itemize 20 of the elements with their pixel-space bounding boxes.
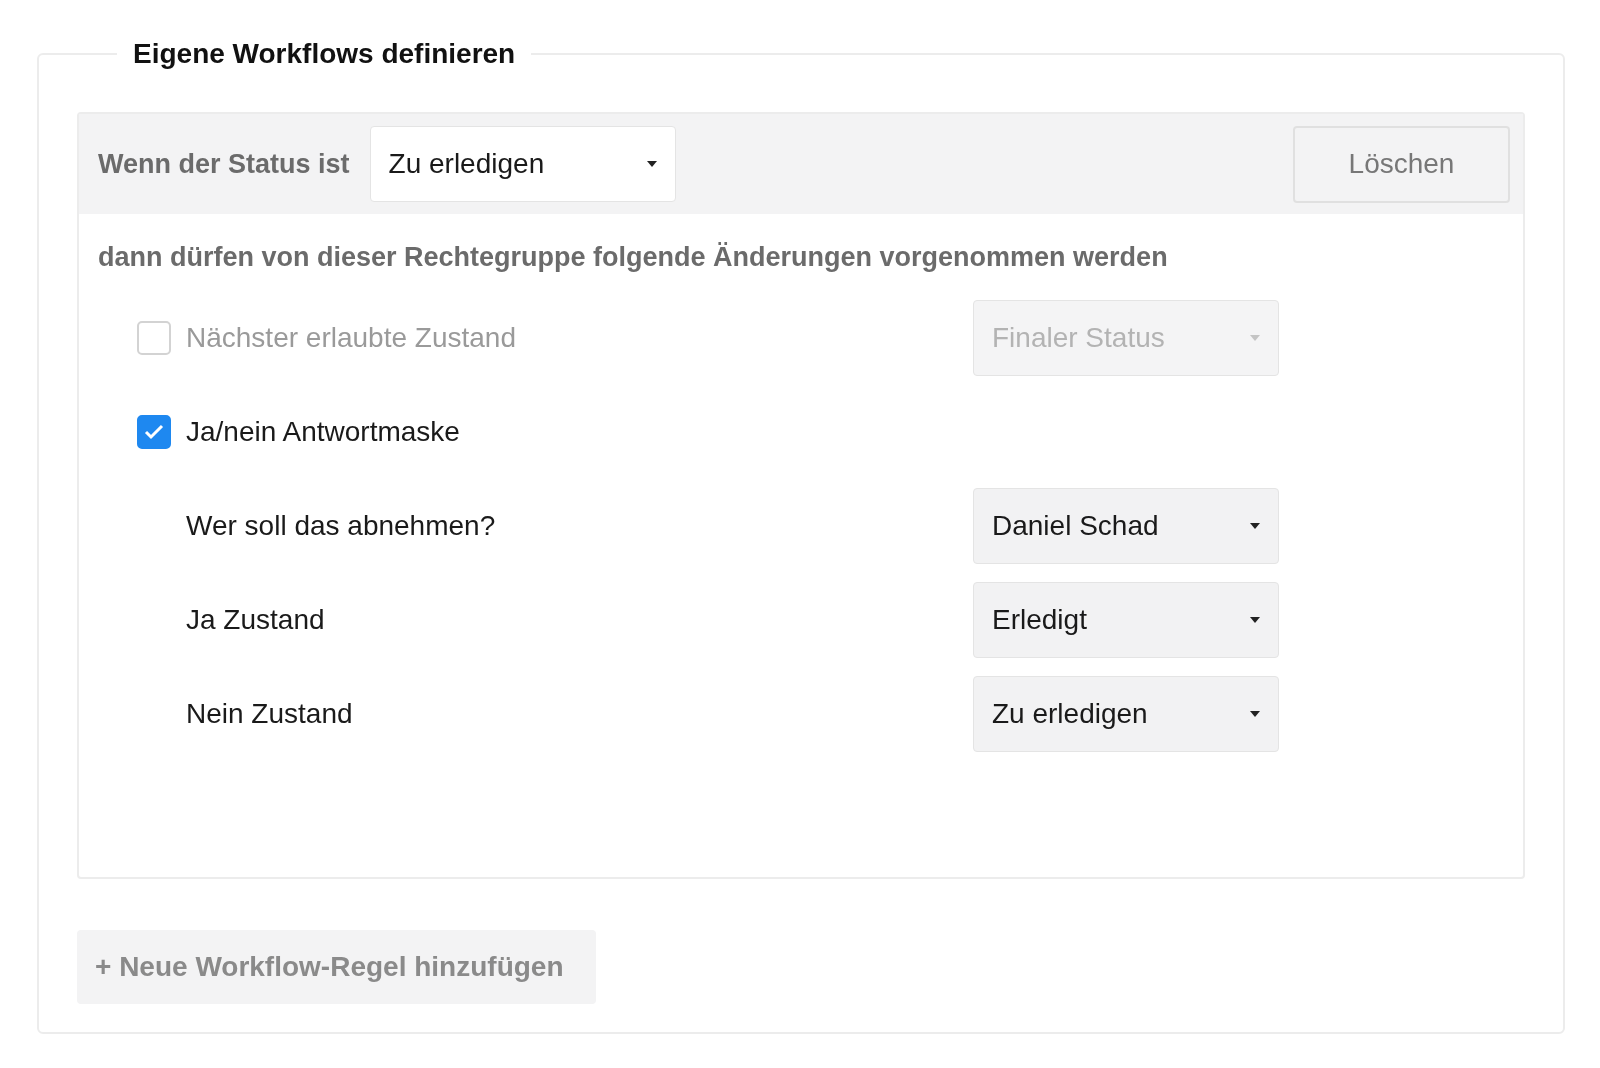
caret-icon — [1250, 616, 1260, 623]
condition-label: Wenn der Status ist — [98, 148, 350, 180]
checkbox-label: Nächster erlaubte Zustand — [186, 321, 516, 354]
select-field[interactable]: Zu erledigen — [973, 675, 1279, 752]
caret-icon — [646, 161, 657, 167]
checkbox-label: Ja/nein Antwortmaske — [186, 415, 460, 448]
caret-icon — [1250, 522, 1260, 529]
caret-icon — [1250, 334, 1260, 341]
description-text: dann dürfen von dieser Rechtegruppe folgende Änderungen vorgenommen werden — [98, 242, 1169, 273]
delete-button[interactable]: Löschen — [1293, 125, 1510, 203]
section-title: Eigene Workflows definieren — [132, 38, 517, 70]
select-field[interactable]: Daniel Schad — [973, 487, 1279, 564]
field-label: Wer soll das abnehmen? — [186, 509, 496, 542]
select-field[interactable]: Erledigt — [973, 581, 1279, 658]
checkbox[interactable] — [137, 414, 171, 449]
select-field[interactable]: Zu erledigen — [369, 126, 676, 202]
checkmark-icon — [144, 423, 164, 440]
field-label: Nein Zustand — [186, 697, 353, 730]
caret-icon — [1250, 710, 1260, 717]
field-label: Ja Zustand — [186, 603, 325, 636]
